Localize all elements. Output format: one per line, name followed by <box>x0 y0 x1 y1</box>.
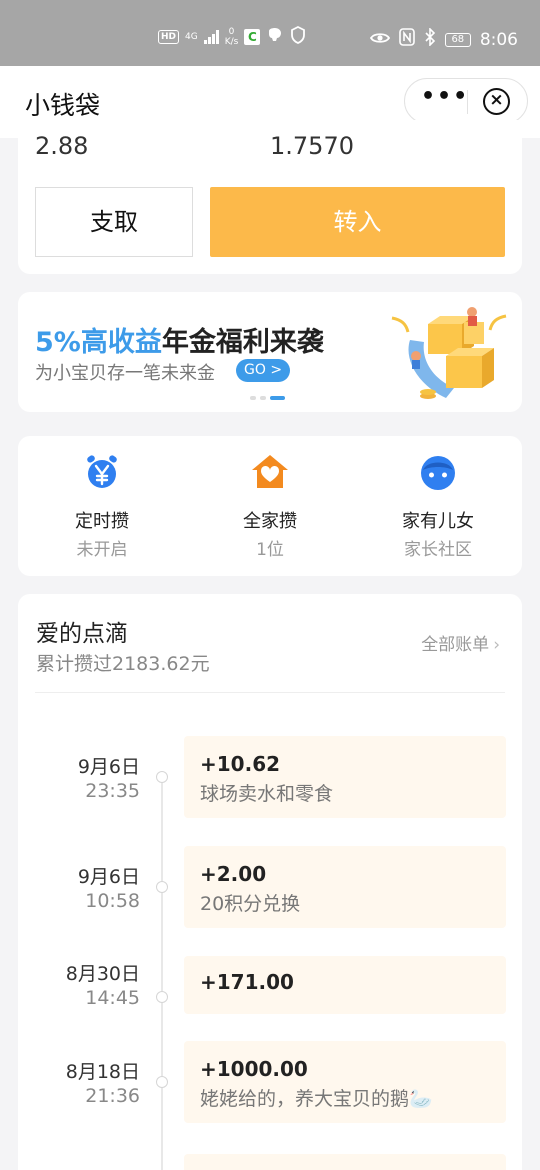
feed-total: 累计攒过2183.62元 <box>36 653 210 675</box>
timeline-line <box>161 776 163 1170</box>
carousel-dot <box>260 396 266 400</box>
menu-item-label: 家有儿女 <box>402 511 474 532</box>
close-button[interactable]: × <box>483 88 510 115</box>
more-button[interactable]: ••• <box>421 84 469 109</box>
carousel-indicator <box>250 396 285 400</box>
banner-headline-rest: 年金福利来袭 <box>161 327 324 358</box>
banner-highlight: 5%高收益 <box>35 327 162 358</box>
tx-card <box>184 1154 506 1170</box>
menu-item-scheduled-save[interactable]: 定时攒 未开启 <box>18 436 186 576</box>
menu-item-sub: 家长社区 <box>404 540 472 560</box>
tx-note: 球场卖水和零食 <box>200 783 334 805</box>
bluetooth-icon <box>424 27 436 51</box>
tx-time: 21:36 <box>85 1085 140 1107</box>
tx-card[interactable]: +1000.00 姥姥给的，养大宝贝的鹅🦢 <box>184 1041 506 1123</box>
chevron-right-icon: › <box>493 635 500 655</box>
tx-date: 8月30日 <box>65 963 140 985</box>
status-time: 8:06 <box>479 29 518 50</box>
mini-program-capsule: ••• × <box>404 78 528 124</box>
child-face-icon <box>421 456 455 490</box>
tx-amount: +2.00 <box>200 862 267 886</box>
nfc-icon <box>399 28 415 51</box>
menu-item-label: 定时攒 <box>75 511 129 532</box>
eye-icon <box>369 30 390 50</box>
tx-amount: +10.62 <box>200 752 281 776</box>
tx-amount: +1000.00 <box>200 1057 308 1081</box>
tx-time: 10:58 <box>85 890 140 912</box>
feed-title: 爱的点滴 <box>36 621 128 647</box>
menu-item-parent-community[interactable]: 家有儿女 家长社区 <box>354 436 522 576</box>
withdraw-button[interactable]: 支取 <box>35 187 193 257</box>
transfer-in-button[interactable]: 转入 <box>210 187 505 257</box>
status-indicators: HD 4G 0 K/s C <box>158 25 306 47</box>
balance-left-value: 2.88 <box>35 132 89 160</box>
all-bills-label: 全部账单 <box>421 635 490 655</box>
menu-item-label: 全家攒 <box>243 511 297 532</box>
all-bills-link[interactable]: 全部账单 › <box>421 630 500 655</box>
gift-blocks-illustration <box>391 307 507 399</box>
carousel-dot-active <box>270 396 285 400</box>
network-speed: 0 K/s <box>225 27 239 47</box>
menu-item-sub: 1位 <box>256 540 284 560</box>
page-title: 小钱袋 <box>25 91 101 120</box>
status-right: 68 8:06 <box>369 27 518 51</box>
elephant-icon <box>266 27 284 46</box>
menu-item-sub: 未开启 <box>76 540 128 560</box>
status-bar: HD 4G 0 K/s C 68 8:06 <box>0 0 540 66</box>
alarm-yen-icon <box>87 455 117 488</box>
tx-card[interactable]: +171.00 <box>184 956 506 1014</box>
network-speed-value: 0 <box>228 26 235 37</box>
tx-date: 8月18日 <box>65 1061 140 1083</box>
tx-time: 23:35 <box>85 780 140 802</box>
battery-icon: 68 <box>444 32 471 47</box>
balance-card: 2.88 1.7570 支取 转入 <box>18 120 522 274</box>
banner-subtitle: 为小宝贝存一笔未来金 <box>35 363 215 384</box>
carousel-dot <box>250 396 256 400</box>
capsule-divider <box>467 90 468 114</box>
network-type: 4G <box>185 31 198 42</box>
banner-headline: 5%高收益年金福利来袭 <box>35 320 324 359</box>
tx-date: 9月6日 <box>77 866 140 888</box>
tx-card[interactable]: +10.62 球场卖水和零食 <box>184 736 506 818</box>
feed-divider <box>35 692 505 693</box>
tx-time: 14:45 <box>85 987 140 1009</box>
tx-date: 9月6日 <box>77 756 140 778</box>
love-moments-card: 爱的点滴 累计攒过2183.62元 全部账单 › 9月6日 23:35 +10.6… <box>18 594 522 1170</box>
balance-right-value: 1.7570 <box>270 132 354 160</box>
tx-amount: +171.00 <box>200 970 294 994</box>
network-speed-unit: K/s <box>224 36 239 47</box>
signal-icon <box>203 29 219 44</box>
menu-item-family-save[interactable]: 全家攒 1位 <box>186 436 354 576</box>
tx-note: 20积分兑换 <box>200 893 301 915</box>
shield-hand-icon <box>290 25 306 47</box>
banner-go-button[interactable]: GO > <box>236 359 291 382</box>
tx-card[interactable]: +2.00 20积分兑换 <box>184 846 506 928</box>
hd-badge: HD <box>158 29 180 44</box>
promo-banner[interactable]: 5%高收益年金福利来袭 为小宝贝存一笔未来金 GO > <box>18 292 522 412</box>
house-heart-icon <box>252 455 288 488</box>
app-c-icon: C <box>244 28 261 45</box>
timeline-dot <box>156 771 168 783</box>
tx-note: 姥姥给的，养大宝贝的鹅🦢 <box>200 1088 433 1110</box>
timeline-dot <box>156 1076 168 1088</box>
timeline-dot <box>156 881 168 893</box>
timeline-dot <box>156 991 168 1003</box>
quick-menu: 定时攒 未开启 全家攒 1位 家有儿女 家长社区 <box>18 436 522 576</box>
